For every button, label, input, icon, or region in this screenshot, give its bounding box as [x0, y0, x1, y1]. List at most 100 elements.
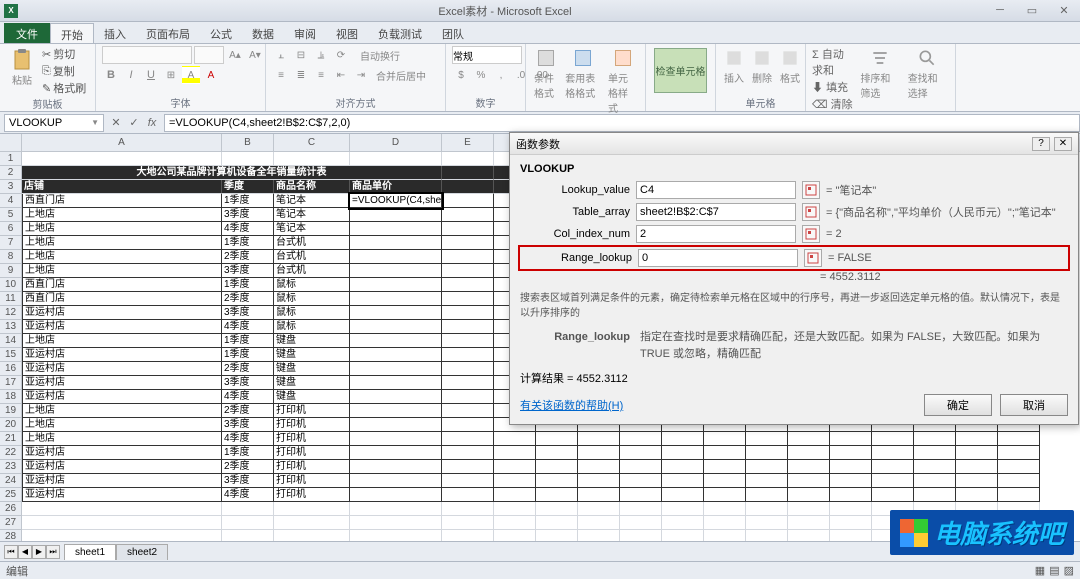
- cell[interactable]: [662, 488, 704, 502]
- cell[interactable]: [746, 488, 788, 502]
- cell[interactable]: [788, 474, 830, 488]
- cell[interactable]: [578, 432, 620, 446]
- cell[interactable]: [350, 516, 442, 530]
- cell[interactable]: [872, 474, 914, 488]
- column-header[interactable]: A: [22, 134, 222, 151]
- sort-filter-button[interactable]: 排序和筛选: [858, 46, 901, 102]
- maximize-button[interactable]: ▭: [1020, 4, 1044, 17]
- cell[interactable]: [350, 404, 442, 418]
- cell[interactable]: 打印机: [274, 404, 350, 418]
- cell[interactable]: [442, 362, 494, 376]
- minimize-button[interactable]: ─: [988, 4, 1012, 17]
- cell[interactable]: [350, 446, 442, 460]
- cut-button[interactable]: ✂ 剪切: [42, 46, 86, 62]
- cell[interactable]: [578, 502, 620, 516]
- row-header[interactable]: 14: [0, 334, 21, 348]
- cell[interactable]: [536, 474, 578, 488]
- cell[interactable]: [998, 488, 1040, 502]
- cell[interactable]: [536, 432, 578, 446]
- cell[interactable]: [350, 222, 442, 236]
- cell[interactable]: [350, 390, 442, 404]
- arg-input[interactable]: [636, 181, 796, 199]
- row-header[interactable]: 5: [0, 208, 21, 222]
- font-color-button[interactable]: A: [202, 66, 220, 84]
- cell[interactable]: [274, 502, 350, 516]
- cell[interactable]: 4季度: [222, 222, 274, 236]
- font-family-select[interactable]: [102, 46, 192, 64]
- cell[interactable]: [578, 488, 620, 502]
- ribbon-tab-5[interactable]: 审阅: [284, 23, 326, 43]
- cell[interactable]: [662, 530, 704, 541]
- cell[interactable]: [998, 474, 1040, 488]
- cell[interactable]: 2季度: [222, 362, 274, 376]
- align-right-button[interactable]: ≡: [312, 66, 330, 84]
- cell[interactable]: 西直门店: [22, 292, 222, 306]
- percent-button[interactable]: %: [472, 66, 490, 84]
- cell[interactable]: [620, 460, 662, 474]
- cell[interactable]: [22, 152, 222, 166]
- row-header[interactable]: 12: [0, 306, 21, 320]
- cell[interactable]: 上地店: [22, 432, 222, 446]
- cell[interactable]: [578, 516, 620, 530]
- cell[interactable]: [350, 306, 442, 320]
- arg-input[interactable]: [638, 249, 798, 267]
- cancel-formula-button[interactable]: ✕: [108, 115, 124, 131]
- cell[interactable]: [350, 362, 442, 376]
- cell[interactable]: [442, 292, 494, 306]
- cell[interactable]: [788, 516, 830, 530]
- cell[interactable]: 商品名称: [274, 180, 350, 194]
- cell[interactable]: [998, 460, 1040, 474]
- cell[interactable]: 3季度: [222, 474, 274, 488]
- cell[interactable]: [442, 390, 494, 404]
- cell[interactable]: [536, 502, 578, 516]
- cell[interactable]: 打印机: [274, 432, 350, 446]
- cell[interactable]: [956, 446, 998, 460]
- cell[interactable]: [350, 334, 442, 348]
- cell[interactable]: 商品单价: [350, 180, 442, 194]
- ok-button[interactable]: 确定: [924, 394, 992, 416]
- cell[interactable]: [442, 208, 494, 222]
- cell[interactable]: [494, 488, 536, 502]
- cell[interactable]: [872, 432, 914, 446]
- cell[interactable]: [914, 432, 956, 446]
- row-header[interactable]: 3: [0, 180, 21, 194]
- cell[interactable]: [350, 474, 442, 488]
- cell[interactable]: 键盘: [274, 348, 350, 362]
- cell[interactable]: 3季度: [222, 264, 274, 278]
- cell[interactable]: [830, 502, 872, 516]
- cell[interactable]: 3季度: [222, 208, 274, 222]
- cell[interactable]: [350, 152, 442, 166]
- cell[interactable]: 台式机: [274, 236, 350, 250]
- row-header[interactable]: 15: [0, 348, 21, 362]
- cell[interactable]: 亚运村店: [22, 320, 222, 334]
- cell[interactable]: 鼠标: [274, 292, 350, 306]
- cell[interactable]: 笔记本: [274, 222, 350, 236]
- cell[interactable]: [350, 432, 442, 446]
- row-header[interactable]: 1: [0, 152, 21, 166]
- cell[interactable]: 亚运村店: [22, 390, 222, 404]
- cell[interactable]: [620, 446, 662, 460]
- cell[interactable]: [350, 264, 442, 278]
- bold-button[interactable]: B: [102, 66, 120, 84]
- cell[interactable]: [746, 446, 788, 460]
- cell[interactable]: 上地店: [22, 250, 222, 264]
- ribbon-tab-3[interactable]: 公式: [200, 23, 242, 43]
- range-select-button[interactable]: [802, 225, 820, 243]
- ribbon-tab-6[interactable]: 视图: [326, 23, 368, 43]
- cell[interactable]: [578, 474, 620, 488]
- cell[interactable]: [536, 446, 578, 460]
- cell[interactable]: 店铺: [22, 180, 222, 194]
- cell[interactable]: [788, 530, 830, 541]
- cell[interactable]: 1季度: [222, 236, 274, 250]
- column-header[interactable]: B: [222, 134, 274, 151]
- cell[interactable]: [442, 306, 494, 320]
- check-cell-button[interactable]: 检查单元格: [656, 63, 706, 78]
- cell[interactable]: 打印机: [274, 418, 350, 432]
- cell[interactable]: [494, 460, 536, 474]
- decrease-font-button[interactable]: A▾: [246, 46, 264, 64]
- cell[interactable]: [830, 460, 872, 474]
- row-header[interactable]: 4: [0, 194, 21, 208]
- cell[interactable]: [620, 488, 662, 502]
- align-center-button[interactable]: ≣: [292, 66, 310, 84]
- sheet-nav-first[interactable]: ⏮: [4, 545, 18, 559]
